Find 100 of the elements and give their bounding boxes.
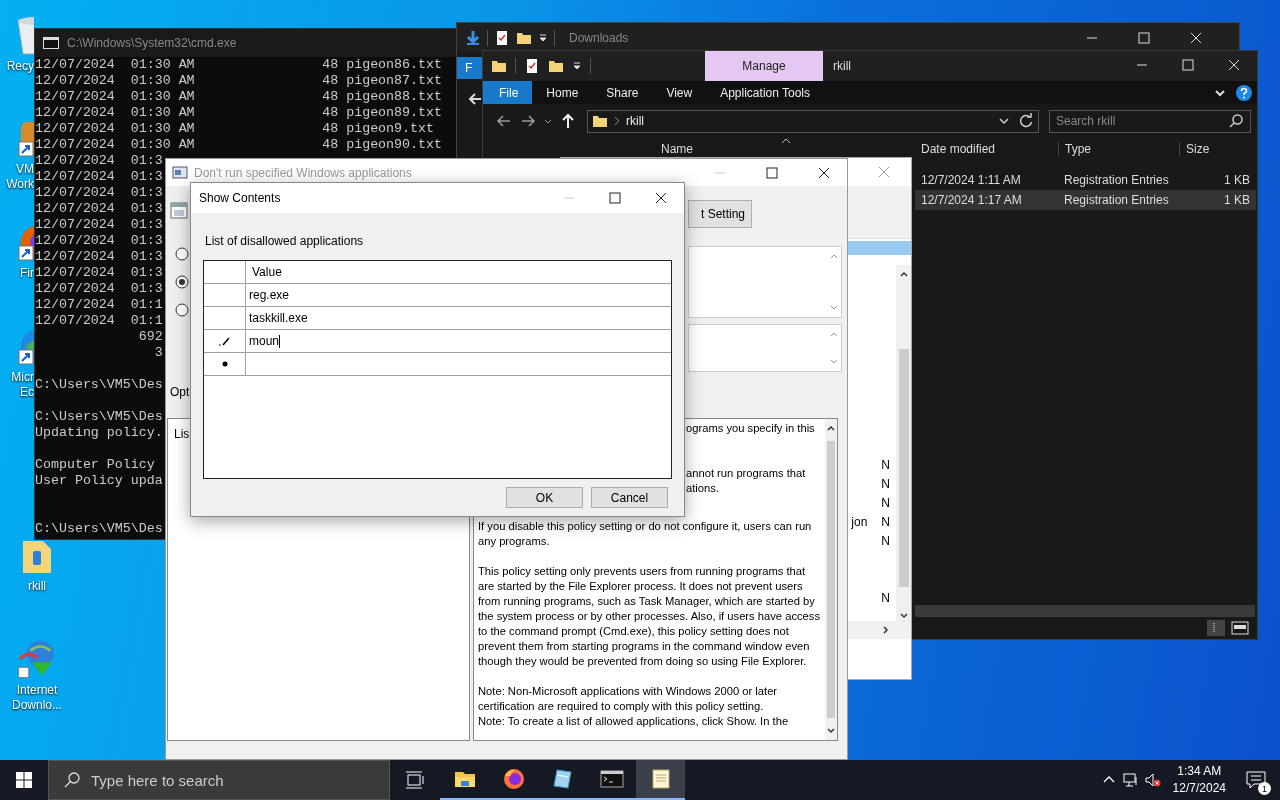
back-arrow-icon[interactable] <box>467 91 483 107</box>
console-line: 12/07/2024 01:3 <box>35 201 163 216</box>
firefox-icon <box>501 767 526 791</box>
new-folder-icon[interactable] <box>548 58 564 74</box>
window-title: C:\Windows\System32\cmd.exe <box>67 36 237 50</box>
notification-count: 1 <box>1258 782 1271 795</box>
value-cell[interactable]: taskkill.exe <box>246 307 671 329</box>
console-line: Updating policy. <box>35 425 163 440</box>
state-cell: N <box>881 533 890 548</box>
folder-icon[interactable] <box>516 30 532 46</box>
notebook-icon <box>550 767 575 791</box>
radio-button[interactable] <box>175 247 189 261</box>
help-text: If you disable this policy setting or do not configure it, users can run any programs. <box>478 519 813 549</box>
folder-icon[interactable] <box>592 113 608 129</box>
state-cell: N <box>881 495 890 510</box>
console-line: 12/07/2024 01:3 <box>35 169 163 184</box>
scroll-up-icon[interactable] <box>826 423 836 433</box>
date-cell: 12/7/2024 1:11 AM <box>921 173 1021 187</box>
network-icon[interactable] <box>1122 772 1139 788</box>
size-cell: 1 KB <box>1224 193 1250 207</box>
new-row-icon <box>221 361 228 367</box>
ribbon-tab[interactable]: Share <box>592 81 653 104</box>
column-header: Value <box>252 265 282 279</box>
console-line: 12/07/2024 01:3 <box>35 265 163 280</box>
help-text: annot run programs that <box>686 467 806 479</box>
time-text: 1:34 AM <box>1177 763 1222 780</box>
console-line: 12/07/2024 01:30 AM 48 pigeon90.txt <box>35 137 442 152</box>
file-row[interactable]: 12/7/2024 1:11 AM Registration Entries 1 KB <box>915 170 1256 190</box>
next-setting-button[interactable]: t Setting <box>688 200 752 228</box>
file-row[interactable]: 12/7/2024 1:17 AM Registration Entries 1 KB <box>915 190 1256 210</box>
download-arrow-icon[interactable] <box>465 30 481 46</box>
ribbon-tab[interactable]: View <box>652 81 707 104</box>
large-icons-view-icon[interactable] <box>1231 620 1249 636</box>
taskbar-app-button[interactable] <box>636 760 685 800</box>
console-line: 12/07/2024 01:30 AM 48 pigeon89.txt <box>35 105 442 120</box>
ribbon-tab[interactable]: Home <box>532 81 593 104</box>
customize-dropdown-icon[interactable] <box>538 33 548 43</box>
horizontal-scrollbar[interactable] <box>915 605 1255 617</box>
console-line: 12/07/2024 01:30 AM 48 pigeon87.txt <box>35 73 442 88</box>
speaker-muted-icon[interactable] <box>1144 772 1161 788</box>
dialog-button[interactable]: OK <box>506 487 583 508</box>
dialog-button[interactable]: Cancel <box>591 487 668 508</box>
scroll-right-icon[interactable] <box>881 625 891 635</box>
refresh-icon[interactable] <box>1018 113 1034 129</box>
customize-dropdown-icon[interactable] <box>572 61 582 71</box>
pencil-icon <box>218 336 231 346</box>
ribbon-tab[interactable]: F <box>457 57 482 79</box>
search-field[interactable]: Type here to search <box>48 760 390 800</box>
date-cell: 12/7/2024 1:17 AM <box>921 193 1022 207</box>
state-cell: N <box>881 476 890 491</box>
properties-icon[interactable] <box>494 30 510 46</box>
address-bar[interactable]: rkill <box>587 109 1039 133</box>
list-label: List of disallowed applications <box>205 234 365 248</box>
options-text: Lis <box>174 427 190 441</box>
globe-download-icon <box>17 639 57 679</box>
help-text: ations. <box>686 482 719 494</box>
column-header[interactable]: Name <box>661 142 693 156</box>
state-cell: N <box>881 590 890 605</box>
vertical-scrollbar[interactable] <box>896 265 911 621</box>
console-line: User Policy upda <box>35 473 163 488</box>
search-field[interactable]: Search rkill <box>1049 109 1251 133</box>
policy-icon <box>172 164 188 181</box>
file-menu-tab[interactable]: File <box>483 81 533 104</box>
scroll-up-icon[interactable] <box>898 269 909 279</box>
breadcrumb-chevron-icon[interactable] <box>614 116 620 126</box>
date-text: 12/7/2024 <box>1172 780 1226 797</box>
column-header[interactable]: Date modified <box>921 142 996 156</box>
console-line: 12/07/2024 01:3 <box>35 249 163 264</box>
scroll-down-icon[interactable] <box>826 726 836 736</box>
type-cell: Registration Entries <box>1064 173 1169 187</box>
value-input[interactable]: moun <box>246 330 671 352</box>
terminal-icon <box>599 767 624 791</box>
column-header[interactable]: Size <box>1186 142 1210 156</box>
console-line: 12/07/2024 01:1 <box>35 297 163 312</box>
console-line: C:\Users\VM5\Des <box>35 521 163 536</box>
size-cell: 1 KB <box>1224 173 1250 187</box>
ribbon-tab[interactable]: Application Tools <box>706 81 825 104</box>
details-view-icon[interactable] <box>1207 620 1225 636</box>
radio-button[interactable] <box>175 303 189 317</box>
window-title: Show Contents <box>199 191 282 205</box>
console-line: 692 <box>137 329 163 344</box>
console-line: 12/07/2024 01:3 <box>35 233 163 248</box>
column-header[interactable]: Type <box>1065 142 1091 156</box>
console-line: 12/07/2024 01:30 AM 48 pigeon86.txt <box>35 57 442 72</box>
console-line: Computer Policy <box>35 457 155 472</box>
folder-icon[interactable] <box>491 58 507 74</box>
window-title: Downloads <box>569 31 629 45</box>
type-cell: Registration Entries <box>1064 193 1169 207</box>
search-icon <box>1228 113 1244 129</box>
notifications-button[interactable]: 1 <box>1238 760 1274 800</box>
clock[interactable]: 1:34 AM 12/7/2024 <box>1166 763 1232 797</box>
radio-button[interactable] <box>175 275 189 289</box>
scroll-down-icon[interactable] <box>898 611 909 621</box>
vertical-scrollbar[interactable] <box>825 419 837 740</box>
sort-caret-icon <box>781 138 791 144</box>
value-cell[interactable]: reg.exe <box>246 284 671 306</box>
state-cell: N <box>881 457 890 472</box>
help-icon[interactable] <box>1235 83 1253 102</box>
properties-icon[interactable] <box>524 58 540 74</box>
manage-tab[interactable]: Manage <box>705 51 823 81</box>
